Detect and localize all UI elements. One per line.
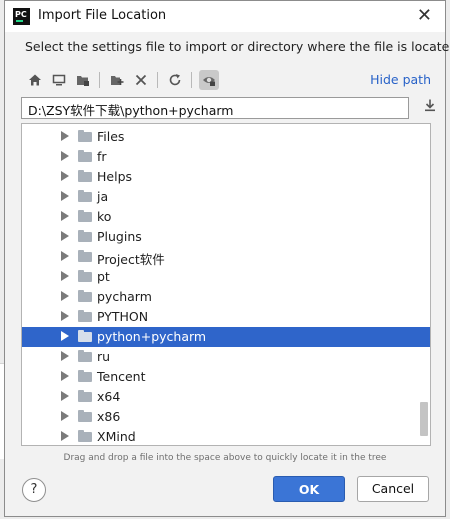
expand-arrow-icon[interactable]	[61, 271, 69, 281]
folder-icon	[78, 390, 92, 402]
folder-icon	[78, 210, 92, 222]
expand-arrow-icon[interactable]	[61, 151, 69, 161]
tree-row-label: fr	[97, 149, 107, 164]
folder-icon	[78, 410, 92, 422]
tree-row-label: pt	[97, 269, 110, 284]
expand-arrow-icon[interactable]	[61, 131, 69, 141]
file-chooser-toolbar: Hide path	[23, 68, 433, 92]
home-icon[interactable]	[25, 70, 45, 90]
tree-scrollbar[interactable]	[420, 402, 428, 436]
folder-icon	[78, 350, 92, 362]
expand-arrow-icon[interactable]	[61, 411, 69, 421]
tree-row[interactable]: Plugins	[22, 227, 430, 247]
expand-arrow-icon[interactable]	[61, 191, 69, 201]
tree-row[interactable]: pycharm	[22, 287, 430, 307]
tree-row-label: python+pycharm	[97, 329, 207, 344]
tree-row-label: x86	[97, 409, 121, 424]
pycharm-app-icon: PC	[13, 8, 30, 25]
folder-icon	[78, 130, 92, 142]
tree-row[interactable]: ko	[22, 207, 430, 227]
new-folder-icon[interactable]	[107, 70, 127, 90]
expand-arrow-icon[interactable]	[61, 251, 69, 261]
folder-icon	[78, 310, 92, 322]
tree-row[interactable]: ru	[22, 347, 430, 367]
path-input[interactable]: D:\ZSY软件下载\python+pycharm	[21, 97, 409, 119]
show-hidden-icon[interactable]	[199, 70, 219, 90]
tree-row[interactable]: Project软件	[22, 247, 430, 267]
expand-arrow-icon[interactable]	[61, 311, 69, 321]
download-icon[interactable]	[423, 98, 437, 116]
drag-drop-hint: Drag and drop a file into the space abov…	[63, 453, 387, 463]
folder-icon	[78, 330, 92, 342]
tree-row[interactable]: ja	[22, 187, 430, 207]
desktop-icon[interactable]	[49, 70, 69, 90]
tree-row-label: ko	[97, 209, 112, 224]
folder-icon	[78, 250, 92, 262]
toolbar-separator	[157, 72, 158, 88]
expand-arrow-icon[interactable]	[61, 371, 69, 381]
ok-button[interactable]: OK	[273, 476, 345, 502]
tree-row-label: PYTHON	[97, 309, 149, 324]
tree-row[interactable]: fr	[22, 147, 430, 167]
tree-row[interactable]: x86	[22, 407, 430, 427]
dialog-description: Select the settings file to import or di…	[25, 39, 450, 54]
tree-row[interactable]: x64	[22, 387, 430, 407]
import-file-location-dialog: PC Import File Location ✕ Select the set…	[4, 0, 450, 517]
expand-arrow-icon[interactable]	[61, 211, 69, 221]
tree-row-label: Plugins	[97, 229, 142, 244]
tree-row-label: Files	[97, 129, 125, 144]
directory-tree[interactable]: Files fr Helps ja ko Plugins Project软件 pt pychar…	[21, 123, 431, 446]
folder-icon	[78, 190, 92, 202]
folder-icon	[78, 270, 92, 282]
expand-arrow-icon[interactable]	[61, 231, 69, 241]
tree-row-label: ru	[97, 349, 111, 364]
delete-icon[interactable]	[131, 70, 151, 90]
folder-icon	[78, 170, 92, 182]
tree-row[interactable]: Files	[22, 127, 430, 147]
tree-row[interactable]: Helps	[22, 167, 430, 187]
expand-arrow-icon[interactable]	[61, 291, 69, 301]
hide-path-link[interactable]: Hide path	[370, 72, 431, 87]
help-button[interactable]: ?	[22, 478, 46, 502]
folder-icon	[78, 370, 92, 382]
expand-arrow-icon[interactable]	[61, 171, 69, 181]
expand-arrow-icon[interactable]	[61, 351, 69, 361]
tree-row-label: x64	[97, 389, 121, 404]
title-bar: PC Import File Location ✕	[5, 1, 445, 32]
tree-row[interactable]: python+pycharm	[22, 327, 430, 347]
toolbar-separator	[99, 72, 100, 88]
tree-row[interactable]: PYTHON	[22, 307, 430, 327]
expand-arrow-icon[interactable]	[61, 391, 69, 401]
tree-row-label: XMind	[97, 429, 136, 444]
tree-row[interactable]: XMind	[22, 427, 430, 445]
folder-icon	[78, 230, 92, 242]
cancel-button[interactable]: Cancel	[357, 476, 429, 502]
tree-row-label: Helps	[97, 169, 133, 184]
close-icon[interactable]: ✕	[417, 5, 432, 26]
expand-arrow-icon[interactable]	[61, 331, 69, 341]
expand-arrow-icon[interactable]	[61, 431, 69, 441]
toolbar-separator	[191, 72, 192, 88]
tree-row-label: Tencent	[97, 369, 146, 384]
project-folder-icon[interactable]	[73, 70, 93, 90]
tree-row-label: Project软件	[97, 252, 165, 267]
folder-icon	[78, 150, 92, 162]
tree-row-label: pycharm	[97, 289, 152, 304]
tree-row[interactable]: Tencent	[22, 367, 430, 387]
folder-icon	[78, 290, 92, 302]
window-title: Import File Location	[38, 8, 167, 23]
tree-row[interactable]: pt	[22, 267, 430, 287]
refresh-icon[interactable]	[165, 70, 185, 90]
tree-row-label: ja	[97, 189, 109, 204]
folder-icon	[78, 430, 92, 442]
